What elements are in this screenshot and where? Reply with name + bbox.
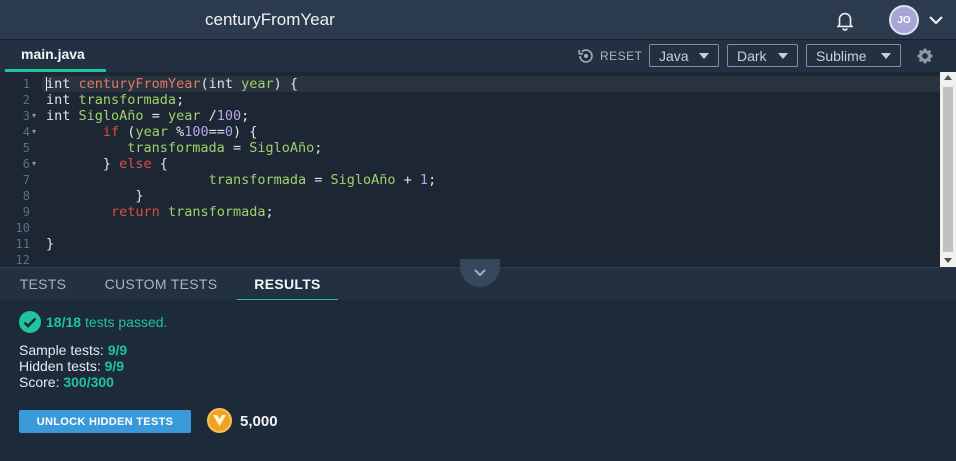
- tests-passed-summary: 18/18 tests passed.: [46, 314, 168, 330]
- coin-icon: [207, 408, 232, 433]
- code-line: }: [46, 188, 144, 204]
- chevron-down-icon: [474, 269, 486, 277]
- language-select[interactable]: Java: [649, 44, 719, 67]
- line-number: 12: [15, 253, 30, 267]
- code-line: int transformada;: [46, 92, 185, 108]
- code-line: int centuryFromYear(int year) {: [46, 76, 299, 92]
- editor-toolbar: main.java RESET Java Dark Sublime: [0, 40, 956, 72]
- code-line: transformada = SigloAño + 1;: [208, 172, 437, 188]
- file-tab-main-java[interactable]: main.java: [5, 40, 106, 72]
- reset-label: RESET: [600, 49, 643, 63]
- theme-select[interactable]: Dark: [727, 44, 798, 67]
- line-number: 3: [22, 109, 30, 123]
- text-cursor: [46, 77, 47, 91]
- line-number: 9: [22, 205, 30, 219]
- coin-balance: 5,000: [240, 413, 278, 430]
- code-line: transformada = SigloAño;: [127, 140, 323, 156]
- line-number: 11: [15, 237, 30, 251]
- score-stat: Score: 300/300: [19, 374, 114, 390]
- caret-down-icon: [881, 53, 891, 59]
- line-number: 2: [22, 93, 30, 107]
- results-panel: 18/18 tests passed. Sample tests: 9/9 Hi…: [0, 300, 956, 461]
- scroll-down-arrow-icon[interactable]: [944, 258, 952, 263]
- tab-custom-tests[interactable]: CUSTOM TESTS: [90, 268, 232, 301]
- code-line: if (year %100==0) {: [102, 124, 258, 140]
- reset-icon: [578, 49, 593, 63]
- tab-results[interactable]: RESULTS: [237, 268, 338, 301]
- line-number: 5: [22, 141, 30, 155]
- code-line: int SigloAño = year /100;: [46, 108, 250, 124]
- code-editor[interactable]: 1 2 3 ▾ 4 ▾ 5 6 ▾ 7 8 9 10 11 12 int centuryFromYear(i…: [0, 72, 956, 267]
- fold-arrow-icon[interactable]: ▾: [32, 108, 36, 124]
- bell-icon[interactable]: [834, 9, 856, 31]
- line-number: 10: [15, 221, 30, 235]
- check-circle-icon: [19, 311, 41, 333]
- language-value: Java: [659, 47, 689, 64]
- line-number: 4: [22, 125, 30, 139]
- gear-icon[interactable]: [915, 46, 935, 66]
- chevron-down-icon[interactable]: [928, 12, 944, 28]
- unlock-hidden-tests-button[interactable]: UNLOCK HIDDEN TESTS: [19, 410, 191, 433]
- top-bar: centuryFromYear JO: [0, 0, 956, 40]
- hidden-tests-stat: Hidden tests: 9/9: [19, 358, 125, 374]
- fold-arrow-icon[interactable]: ▾: [32, 156, 36, 172]
- line-gutter: 1 2 3 ▾ 4 ▾ 5 6 ▾ 7 8 9 10 11 12: [0, 72, 42, 267]
- line-number: 8: [22, 189, 30, 203]
- caret-down-icon: [699, 53, 709, 59]
- code-line: }: [46, 236, 55, 252]
- avatar[interactable]: JO: [889, 5, 919, 35]
- reset-button[interactable]: RESET: [577, 45, 643, 67]
- sample-tests-stat: Sample tests: 9/9: [19, 342, 128, 358]
- keymap-select[interactable]: Sublime: [806, 44, 901, 67]
- theme-value: Dark: [737, 47, 767, 64]
- page-title: centuryFromYear: [205, 10, 335, 29]
- code-line: } else {: [46, 156, 168, 172]
- code-line: return transformada;: [111, 204, 274, 220]
- line-number: 1: [22, 77, 30, 91]
- line-number: 7: [22, 173, 30, 187]
- scrollbar-thumb[interactable]: [943, 87, 953, 252]
- fold-arrow-icon[interactable]: ▾: [32, 124, 36, 140]
- caret-down-icon: [778, 53, 788, 59]
- tab-tests[interactable]: TESTS: [3, 268, 83, 301]
- line-number: 6: [22, 157, 30, 171]
- scroll-up-arrow-icon[interactable]: [944, 75, 952, 80]
- keymap-value: Sublime: [816, 47, 867, 64]
